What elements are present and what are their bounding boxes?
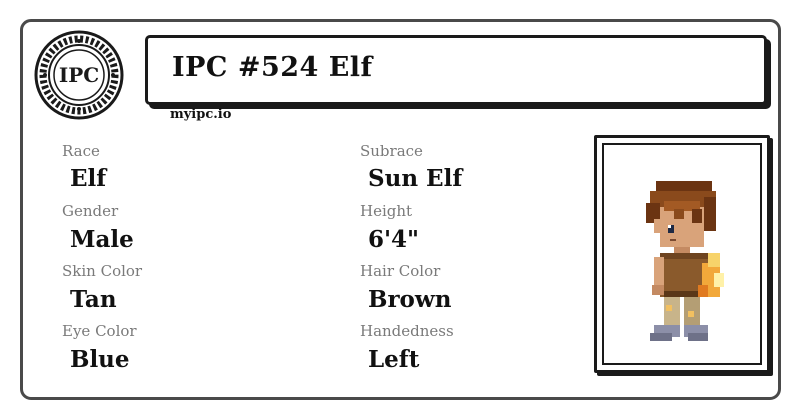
eye-color-label: Eye Color <box>62 322 137 340</box>
gender-label: Gender <box>62 202 119 220</box>
skin-color-label: Skin Color <box>62 262 143 280</box>
gender-value: Male <box>70 226 134 253</box>
subrace-label: Subrace <box>360 142 423 160</box>
site-link[interactable]: myipc.io <box>170 107 231 122</box>
hair-color-label: Hair Color <box>360 262 441 280</box>
hair-color-value: Brown <box>368 286 452 313</box>
height-value: 6'4" <box>368 226 420 253</box>
handedness-label: Handedness <box>360 322 454 340</box>
page-title: IPC #524 Elf <box>172 52 373 83</box>
portrait-frame <box>594 135 770 373</box>
eye-color-value: Blue <box>70 346 130 373</box>
portrait-inner <box>602 143 762 365</box>
seal-text: IPC <box>59 63 99 87</box>
race-label: Race <box>62 142 100 160</box>
skin-color-value: Tan <box>70 286 117 313</box>
handedness-value: Left <box>368 346 420 373</box>
race-value: Elf <box>70 165 107 192</box>
ipc-seal-logo: IPC <box>34 30 124 120</box>
height-label: Height <box>360 202 413 220</box>
title-box: IPC #524 Elf <box>145 35 767 105</box>
subrace-value: Sun Elf <box>368 165 463 192</box>
elf-sprite-image <box>646 181 724 341</box>
